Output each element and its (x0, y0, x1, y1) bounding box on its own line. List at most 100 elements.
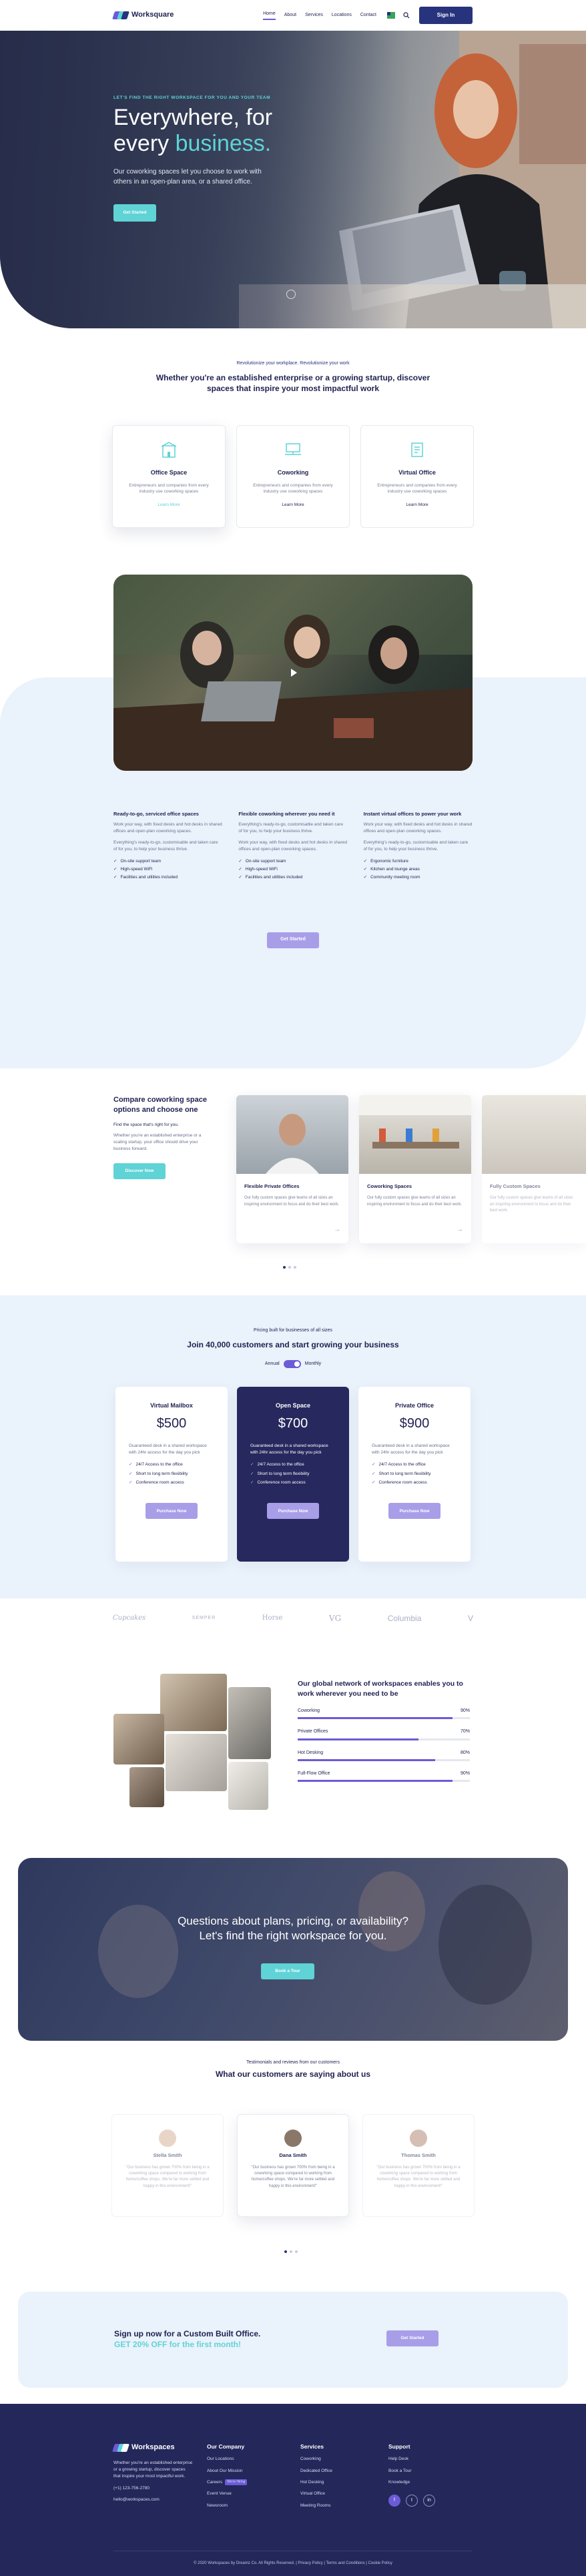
hero-title: Everywhere, for every business. (113, 105, 273, 156)
footer-link[interactable]: Help Desk (388, 2456, 435, 2462)
social-links: f t in (388, 2495, 435, 2507)
feature-text: Work your way, with fixed desks and hot … (238, 840, 348, 852)
service-card-virtual-office[interactable]: Virtual Office Entrepreneurs and compani… (360, 424, 474, 528)
plan-price: $500 (156, 1416, 187, 1431)
feature-title: Ready-to-go, serviced office spaces (113, 810, 199, 817)
plan-feature: Short to long term flexibility (250, 1471, 336, 1477)
footer-link[interactable]: Hot Desking (300, 2479, 332, 2485)
plan-feature: Short to long term flexibility (372, 1471, 457, 1477)
slide-card[interactable]: Flexible Private Offices Our fully custo… (236, 1094, 348, 1243)
plan-description: Guaranteed desk in a shared workspace wi… (250, 1443, 328, 1456)
features-get-started-button[interactable]: Get Started (267, 932, 319, 948)
slide-title: Fully Custom Spaces (490, 1183, 541, 1189)
slide-image (482, 1094, 586, 1174)
testimonials-kicker: Testimonials and reviews from our custom… (246, 2059, 340, 2065)
slide-card[interactable]: Fully Custom Spaces Our fully custom spa… (482, 1094, 586, 1243)
billing-switch[interactable] (283, 1360, 301, 1369)
testimonial-dots[interactable] (284, 2250, 298, 2253)
feature-item: Community meeting room (364, 874, 473, 880)
plan-price: $900 (399, 1416, 430, 1431)
footer-about: Whether you're an established enterprise… (113, 2460, 193, 2479)
footer-email[interactable]: hello@workspaces.com (113, 2497, 194, 2503)
plan-price: $700 (278, 1416, 308, 1431)
testimonial-text: "Our business has grown 700% from being … (376, 2165, 461, 2188)
flag-icon[interactable] (387, 12, 395, 19)
footer-link[interactable]: Dedicated Office (300, 2468, 332, 2474)
sign-in-button[interactable]: Sign In (419, 7, 473, 24)
footer-heading: Services (300, 2443, 324, 2450)
hero-subtitle: Our coworking spaces let you choose to w… (113, 168, 262, 186)
feature-text: Work your way, with fixed desks and hot … (363, 822, 473, 834)
arrow-right-icon[interactable]: → (457, 1225, 463, 1235)
arrow-right-icon[interactable]: → (334, 1225, 340, 1235)
signup-title: Sign up now for a Custom Built Office. GE… (114, 2328, 261, 2349)
learn-more-link[interactable]: Learn More (248, 502, 338, 508)
feature-item: High-speed WiFi (113, 866, 222, 872)
footer-link[interactable]: Newsroom (207, 2503, 247, 2509)
purchase-now-button[interactable]: Purchase Now (267, 1503, 319, 1520)
card-text: Entrepreneurs and companies from every i… (129, 482, 209, 495)
menu-item-locations[interactable]: Locations (332, 12, 352, 19)
hiring-badge: We're Hiring (225, 2479, 248, 2486)
footer-link[interactable]: Virtual Office (300, 2491, 332, 2497)
hero-get-started-button[interactable]: Get Started (113, 204, 156, 222)
testimonial-card: Stella Smith "Our business has grown 700… (111, 2114, 224, 2217)
footer-link[interactable]: Our Locations (207, 2456, 247, 2462)
play-icon[interactable] (289, 668, 298, 677)
footer-logo[interactable]: Workspaces (112, 2443, 194, 2453)
learn-more-link[interactable]: Learn More (123, 502, 214, 508)
service-card-office-space[interactable]: Office Space Entrepreneurs and companies… (112, 424, 226, 528)
progress-bar: Coworking 90% (298, 1708, 470, 1720)
compare-section: Compare coworking space options and choo… (0, 1068, 586, 1295)
logo-mark-icon (112, 11, 129, 19)
billing-toggle: Annual Monthly (0, 1360, 586, 1369)
feature-text: Everything's ready-to-go, customisable a… (113, 840, 218, 852)
discover-now-button[interactable]: Discover Now (113, 1163, 166, 1179)
menu-item-contact[interactable]: Contact (360, 12, 376, 19)
pricing-title: Join 40,000 customers and start growing … (187, 1339, 399, 1349)
card-title: Coworking (277, 468, 309, 476)
menu-item-services[interactable]: Services (305, 12, 323, 19)
service-card-coworking[interactable]: Coworking Entrepreneurs and companies fr… (236, 424, 350, 528)
book-tour-button[interactable]: Book a Tour (261, 1963, 314, 1979)
footer-link[interactable]: Coworking (300, 2456, 332, 2462)
testimonial-name: Thomas Smith (401, 2152, 436, 2158)
feature-text: Work your way, with fixed desks and hot … (113, 822, 222, 834)
menu-item-home[interactable]: Home (263, 11, 276, 21)
purchase-now-button[interactable]: Purchase Now (388, 1503, 441, 1520)
signup-get-started-button[interactable]: Get Started (386, 2330, 438, 2346)
annual-label: Annual (264, 1361, 280, 1366)
scroll-down-icon[interactable] (286, 290, 296, 299)
facebook-icon[interactable]: f (388, 2495, 400, 2507)
footer-link[interactable]: Knowledge (388, 2479, 435, 2485)
features-section: Ready-to-go, serviced office spaces Work… (0, 574, 586, 1068)
feature-column: Ready-to-go, serviced office spaces Work… (113, 811, 222, 881)
footer-link[interactable]: Event Venue (207, 2491, 247, 2497)
footer-link[interactable]: Book a Tour (388, 2468, 435, 2474)
plan-card: Virtual Mailbox $500 Guaranteed desk in … (115, 1387, 228, 1562)
pricing-kicker: Pricing built for businesses of all size… (254, 1327, 332, 1333)
testimonial-name: Dana Smith (279, 2152, 307, 2158)
network-title: Our global network of workspaces enables… (298, 1679, 463, 1698)
intro-video[interactable] (113, 574, 473, 771)
twitter-icon[interactable]: t (406, 2495, 418, 2507)
carousel-dots[interactable] (283, 1265, 296, 1269)
footer-phone[interactable]: (+1) 123-756-2780 (113, 2485, 194, 2491)
menu-item-about[interactable]: About (284, 12, 296, 19)
progress-bar: Full-Flow Office 90% (298, 1770, 470, 1782)
search-icon[interactable] (403, 12, 410, 19)
footer-link[interactable]: About Our Mission (207, 2468, 247, 2474)
plan-description: Guaranteed desk in a shared workspace wi… (372, 1443, 450, 1456)
footer-link[interactable]: Meeting Rooms (300, 2503, 332, 2509)
plan-feature: 24/7 Access to the office (129, 1462, 214, 1468)
footer-link-careers[interactable]: Careers We're Hiring (207, 2479, 248, 2486)
client-logo: Cupcakes (113, 1614, 146, 1622)
slide-card[interactable]: Coworking Spaces Our fully custom spaces… (359, 1094, 471, 1243)
linkedin-icon[interactable]: in (423, 2495, 435, 2507)
brand-logo[interactable]: Worksquare (112, 10, 174, 21)
feature-column: Instant virtual offices to power your wo… (364, 811, 473, 881)
questions-title: Questions about plans, pricing, or avail… (178, 1914, 408, 1942)
purchase-now-button[interactable]: Purchase Now (145, 1503, 198, 1520)
plan-feature: 24/7 Access to the office (372, 1462, 457, 1468)
learn-more-link[interactable]: Learn More (372, 502, 463, 508)
